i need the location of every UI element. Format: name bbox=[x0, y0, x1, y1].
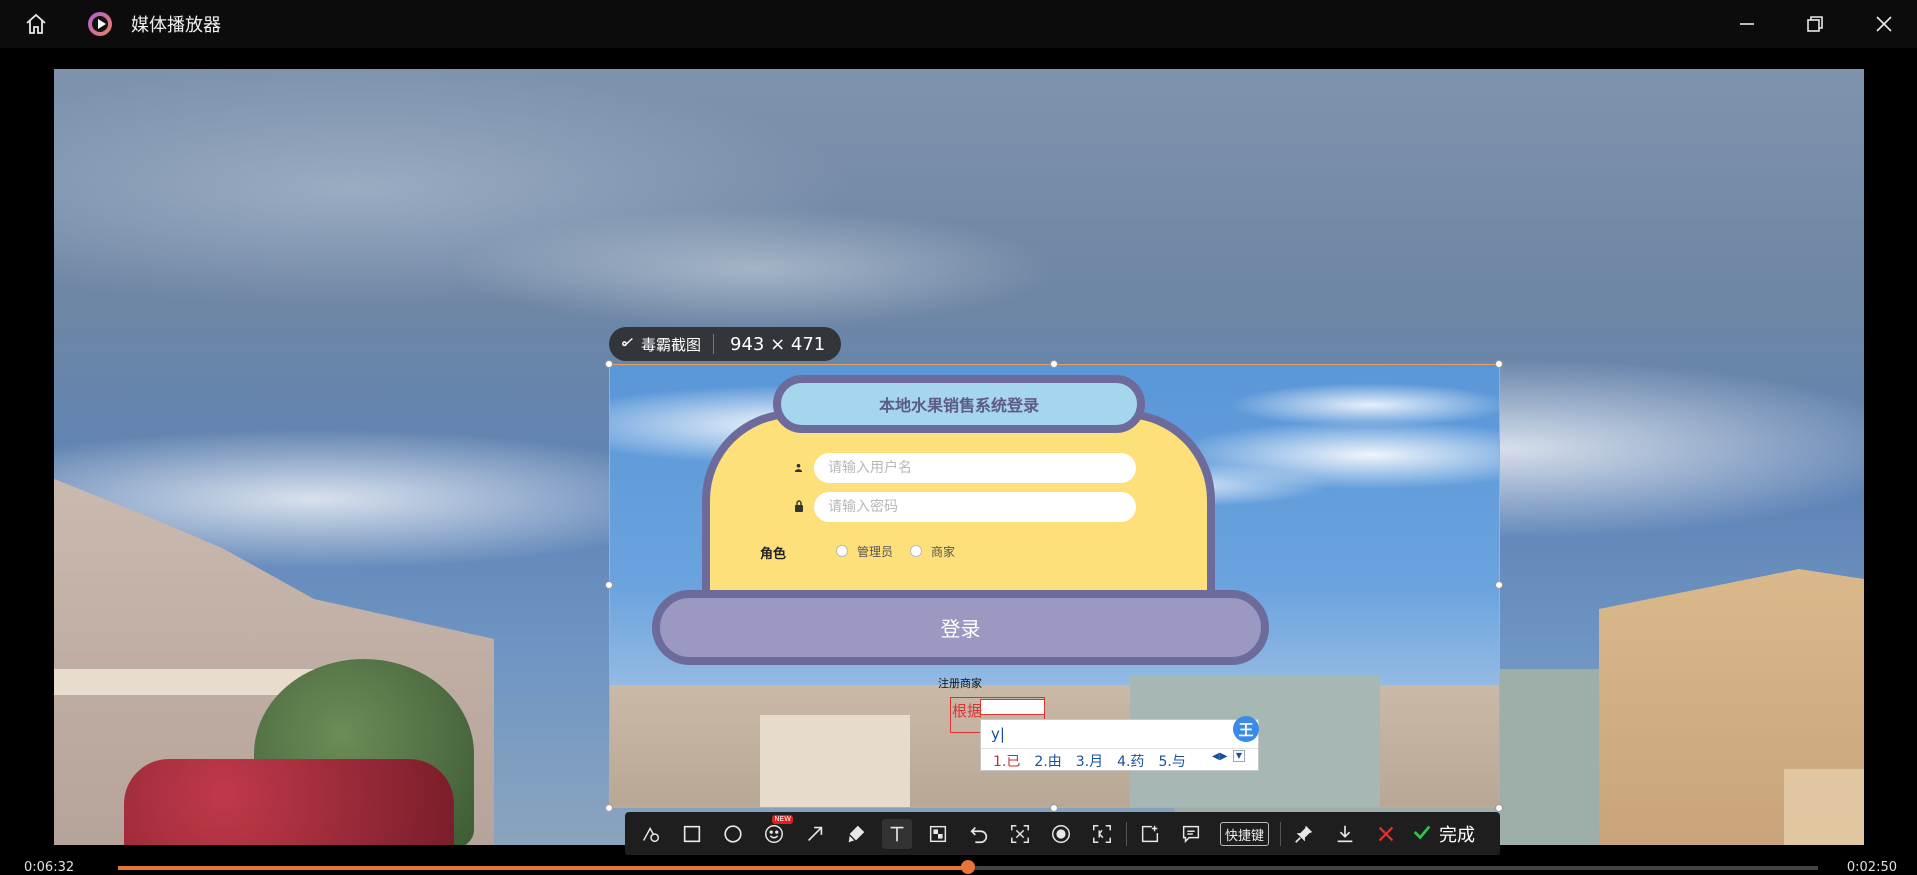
ime-candidate[interactable]: 4.药 bbox=[1117, 751, 1144, 771]
emoji-tool-icon[interactable]: NEW bbox=[759, 815, 793, 849]
arrow-tool-icon[interactable] bbox=[800, 819, 830, 849]
resize-handle-bottom[interactable] bbox=[1050, 804, 1058, 812]
resize-handle-bottom-right[interactable] bbox=[1495, 804, 1503, 812]
role-radio-admin[interactable] bbox=[836, 545, 848, 557]
ime-input-text: y| bbox=[991, 725, 1005, 743]
ime-candidate[interactable]: 1.已 bbox=[993, 751, 1020, 771]
capture-brand-label: 毒霸截图 bbox=[641, 335, 702, 354]
ime-candidate[interactable]: 5.与 bbox=[1158, 751, 1185, 771]
role-option-merchant-label: 商家 bbox=[931, 545, 956, 559]
password-input[interactable]: 请输入密码 bbox=[814, 492, 1136, 522]
progress-fill bbox=[118, 866, 968, 870]
undo-icon[interactable] bbox=[964, 819, 994, 849]
lock-icon bbox=[794, 500, 804, 515]
restore-button[interactable] bbox=[1803, 12, 1827, 36]
ocr-icon[interactable] bbox=[1005, 819, 1035, 849]
resize-handle-left[interactable] bbox=[605, 581, 613, 589]
brush-tool-icon[interactable] bbox=[841, 819, 871, 849]
role-option-admin-label: 管理员 bbox=[857, 545, 894, 559]
resize-handle-right[interactable] bbox=[1495, 581, 1503, 589]
role-radio-merchant[interactable] bbox=[910, 545, 922, 557]
selection-building-light bbox=[760, 715, 910, 807]
username-input[interactable]: 请输入用户名 bbox=[814, 453, 1136, 483]
check-icon bbox=[1411, 821, 1433, 848]
current-time: 0:06:32 bbox=[24, 860, 75, 875]
download-icon[interactable] bbox=[1330, 819, 1360, 849]
ime-candidate[interactable]: 2.由 bbox=[1034, 751, 1061, 771]
register-merchant-link[interactable]: 注册商家 bbox=[938, 675, 982, 691]
scissors-icon bbox=[621, 335, 635, 353]
comment-icon[interactable] bbox=[1176, 819, 1206, 849]
done-label: 完成 bbox=[1439, 825, 1476, 846]
resize-handle-top-left[interactable] bbox=[605, 360, 613, 368]
capture-info-bar: 毒霸截图 943 × 471 bbox=[609, 327, 842, 361]
ime-candidate-window: y| 1.已 2.由 3.月 4.药 5.与 bbox=[980, 719, 1259, 771]
ellipse-tool-icon[interactable] bbox=[718, 819, 748, 849]
mosaic-tool-icon[interactable] bbox=[923, 819, 953, 849]
total-time: 0:02:50 bbox=[1846, 860, 1897, 875]
capture-toolbar: NEW 快捷键 完成 bbox=[625, 812, 1500, 856]
ime-expand-icon[interactable]: ▼ bbox=[1233, 750, 1245, 762]
long-screenshot-icon[interactable] bbox=[1087, 819, 1117, 849]
window-title: 媒体播放器 bbox=[131, 15, 221, 36]
done-button[interactable]: 完成 bbox=[1411, 821, 1475, 848]
text-tool-icon[interactable] bbox=[882, 819, 912, 849]
shortcut-button[interactable]: 快捷键 bbox=[1220, 822, 1270, 846]
text-annotation-caret-box[interactable] bbox=[980, 699, 1045, 715]
capture-size-label: 943 × 471 bbox=[730, 333, 826, 355]
home-icon[interactable] bbox=[24, 12, 48, 36]
media-player-logo-icon bbox=[88, 12, 112, 36]
record-icon[interactable] bbox=[1046, 819, 1076, 849]
rectangle-tool-icon[interactable] bbox=[677, 819, 707, 849]
resize-handle-top[interactable] bbox=[1050, 360, 1058, 368]
progress-knob[interactable] bbox=[961, 860, 975, 874]
ime-candidate-list: 1.已 2.由 3.月 4.药 5.与 bbox=[993, 751, 1186, 771]
title-bar: 媒体播放器 bbox=[0, 0, 1917, 48]
pin-icon[interactable] bbox=[1289, 819, 1319, 849]
login-title: 本地水果销售系统登录 bbox=[773, 375, 1145, 433]
login-button[interactable]: 登录 bbox=[652, 590, 1269, 665]
add-frame-icon[interactable] bbox=[1135, 819, 1165, 849]
cancel-icon[interactable] bbox=[1371, 819, 1401, 849]
resize-handle-top-right[interactable] bbox=[1495, 360, 1503, 368]
text-annotation-content: 根据 bbox=[952, 702, 983, 720]
shapes-tool-icon[interactable] bbox=[636, 819, 666, 849]
new-badge: NEW bbox=[772, 815, 793, 824]
close-button[interactable] bbox=[1872, 12, 1896, 36]
user-icon bbox=[794, 461, 803, 475]
ime-page-arrows-icon[interactable]: ◀▶ bbox=[1212, 751, 1227, 762]
video-shed bbox=[1784, 769, 1864, 845]
resize-handle-bottom-left[interactable] bbox=[605, 804, 613, 812]
minimize-button[interactable] bbox=[1735, 12, 1759, 36]
video-flowers bbox=[124, 759, 454, 845]
role-label: 角色 bbox=[760, 547, 787, 562]
ime-badge[interactable]: 王 bbox=[1233, 716, 1259, 742]
ime-candidate[interactable]: 3.月 bbox=[1076, 751, 1103, 771]
